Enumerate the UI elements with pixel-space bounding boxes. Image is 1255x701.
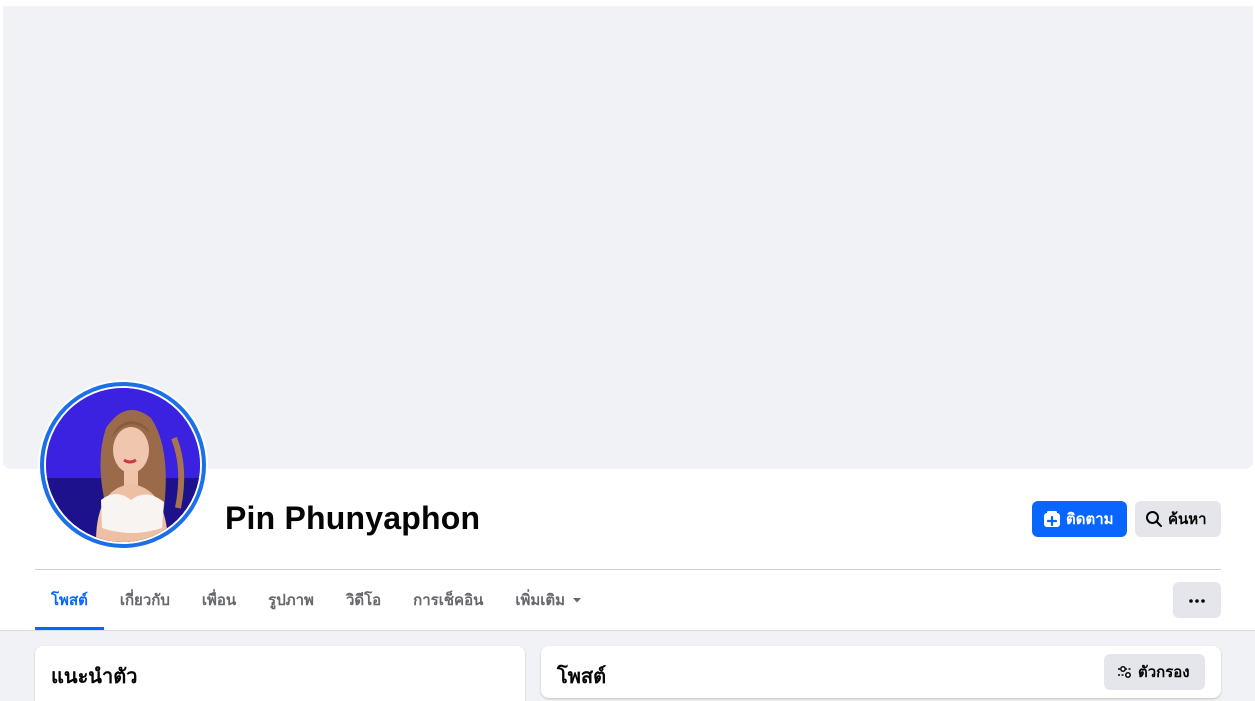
more-options-button[interactable] (1173, 582, 1221, 618)
posts-card: โพสต์ ตัวกรอง (541, 646, 1221, 698)
tab-photos[interactable]: รูปภาพ (252, 570, 330, 630)
tab-posts[interactable]: โพสต์ (35, 570, 104, 630)
tab-label: เพื่อน (201, 592, 237, 609)
tab-about[interactable]: เกี่ยวกับ (104, 570, 186, 630)
tab-label: โพสต์ (51, 592, 88, 609)
tab-label: การเช็คอิน (413, 592, 484, 609)
header-bottom-border (0, 630, 1255, 631)
filter-label: ตัวกรอง (1138, 664, 1190, 681)
filter-sliders-icon (1116, 663, 1134, 681)
tab-more[interactable]: เพิ่มเติม (499, 570, 599, 630)
tab-checkins[interactable]: การเช็คอิน (397, 570, 499, 630)
search-label: ค้นหา (1168, 511, 1207, 528)
tab-label: วิดีโอ (345, 592, 382, 609)
avatar (46, 388, 200, 542)
intro-card: แนะนำตัว (35, 646, 525, 701)
caret-down-icon (571, 594, 583, 606)
more-dots-icon (1188, 591, 1206, 609)
profile-picture[interactable] (38, 380, 208, 550)
search-icon (1145, 510, 1163, 528)
profile-name: Pin Phunyaphon (225, 500, 481, 536)
search-button[interactable]: ค้นหา (1135, 501, 1221, 537)
tab-label: เพิ่มเติม (515, 592, 566, 609)
avatar-image (46, 388, 200, 542)
cover-photo[interactable] (3, 6, 1253, 469)
follow-label: ติดตาม (1066, 511, 1114, 528)
follow-button[interactable]: ติดตาม (1032, 501, 1127, 537)
tab-label: เกี่ยวกับ (119, 592, 170, 609)
intro-title: แนะนำตัว (51, 666, 138, 688)
tab-friends[interactable]: เพื่อน (186, 570, 252, 630)
posts-title: โพสต์ (557, 666, 607, 688)
profile-header: Pin Phunyaphon ติดตาม ค้นหา โพสต์ เกี่ยว… (0, 0, 1255, 631)
profile-tabs: โพสต์ เกี่ยวกับ เพื่อน รูปภาพ วิดีโอ การ… (35, 570, 599, 630)
follow-plus-icon (1043, 510, 1061, 528)
filter-button[interactable]: ตัวกรอง (1104, 654, 1205, 690)
tab-videos[interactable]: วิดีโอ (330, 570, 397, 630)
tab-label: รูปภาพ (268, 592, 314, 609)
